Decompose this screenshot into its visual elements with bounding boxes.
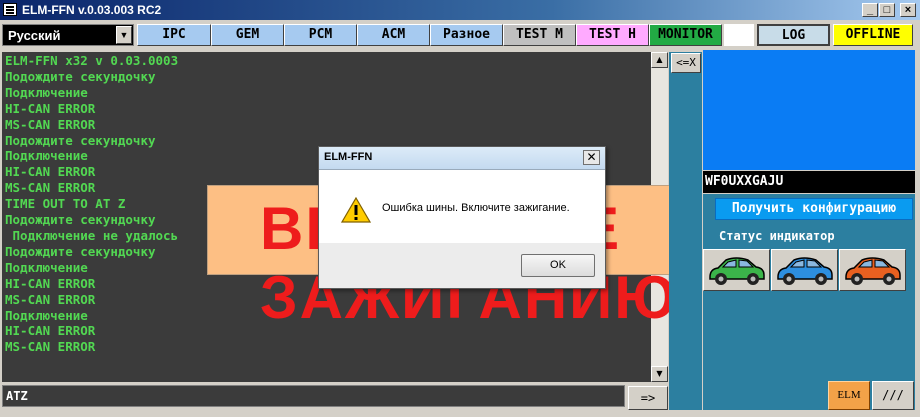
console-lines: ELM-FFN x32 v 0.03.0003 Подождите секундо…: [5, 53, 178, 355]
ok-button[interactable]: OK: [521, 254, 595, 277]
console-line: MS-CAN ERROR: [5, 180, 96, 196]
car-icon: [777, 257, 833, 285]
console-line: HI-CAN ERROR: [5, 164, 96, 180]
send-button[interactable]: =>: [628, 386, 668, 410]
status-indicator-label: Статус индикатор: [719, 229, 835, 243]
command-input[interactable]: ATZ: [2, 385, 625, 407]
info-display: [703, 50, 915, 170]
window-title: ELM-FFN v.0.03.003 RC2: [22, 3, 162, 17]
console-line: Подключение: [5, 84, 88, 100]
console-line: HI-CAN ERROR: [5, 275, 96, 291]
console-line: HI-CAN ERROR: [5, 100, 96, 116]
dialog-close-button[interactable]: ✕: [583, 150, 600, 165]
command-value: ATZ: [6, 389, 28, 403]
get-config-button[interactable]: Получить конфигурацию: [715, 198, 913, 220]
more-button[interactable]: ///: [872, 381, 914, 410]
dialog-title-bar: ELM-FFN: [319, 147, 605, 170]
title-bar: ELM-FFN v.0.03.003 RC2 _ □ ×: [0, 0, 920, 20]
tab-gem[interactable]: GEM: [211, 24, 284, 46]
console-line: MS-CAN ERROR: [5, 339, 96, 355]
toolbar-spacer: [724, 24, 754, 46]
console-line: Подождите секундочку: [5, 132, 156, 148]
console-line: MS-CAN ERROR: [5, 116, 96, 132]
close-button[interactable]: ×: [900, 3, 916, 17]
tab-test-m[interactable]: TEST M: [503, 24, 576, 46]
console-line: ELM-FFN x32 v 0.03.0003: [5, 53, 179, 68]
language-value: Русский: [8, 28, 61, 43]
warning-icon: [341, 197, 371, 223]
car-icon: [845, 257, 901, 285]
tab-misc[interactable]: Разное: [430, 24, 503, 46]
connection-status-badge[interactable]: OFFLINE: [833, 24, 913, 46]
tab-ipc[interactable]: IPC: [137, 24, 211, 46]
console-line: Подождите секундочку: [5, 212, 156, 228]
console-line: HI-CAN ERROR: [5, 323, 96, 339]
vin-value: WF0UXXGAJU: [705, 174, 784, 189]
scroll-up-icon[interactable]: ▲: [651, 52, 668, 68]
tab-acm[interactable]: ACM: [357, 24, 430, 46]
vin-display: WF0UXXGAJU: [703, 171, 915, 193]
car-icon: [709, 257, 765, 285]
app-icon: [3, 3, 17, 16]
console-line: Подключение: [5, 148, 88, 164]
back-button[interactable]: <=X: [671, 53, 701, 73]
scroll-down-icon[interactable]: ▼: [651, 366, 668, 382]
car-status-blue-button[interactable]: [771, 249, 838, 291]
console-line: Подождите секундочку: [5, 243, 156, 259]
console-line: Подключение не удалось: [5, 227, 179, 243]
console-line: TIME OUT TO AT Z: [5, 196, 126, 212]
tab-test-h[interactable]: TEST H: [576, 24, 649, 46]
console-line: Подключение: [5, 259, 88, 275]
dialog-title: ELM-FFN: [324, 151, 373, 163]
console-line: Подождите секундочку: [5, 68, 156, 84]
dialog-message: Ошибка шины. Включите зажигание.: [382, 202, 570, 214]
console-line: Подключение: [5, 307, 88, 323]
minimize-button[interactable]: _: [862, 3, 878, 17]
elm-button[interactable]: ELM: [828, 381, 870, 410]
error-dialog: ELM-FFN ✕ Ошибка шины. Включите зажигани…: [318, 146, 606, 289]
maximize-button[interactable]: □: [879, 3, 895, 17]
car-status-orange-button[interactable]: [839, 249, 906, 291]
side-panel: [703, 194, 915, 410]
tab-pcm[interactable]: PCM: [284, 24, 357, 46]
tab-monitor[interactable]: MONITOR: [649, 24, 722, 46]
language-select[interactable]: Русский ▼: [2, 24, 134, 46]
car-status-green-button[interactable]: [703, 249, 770, 291]
right-strip: [669, 52, 702, 410]
chevron-down-icon[interactable]: ▼: [116, 26, 132, 44]
console-line: MS-CAN ERROR: [5, 291, 96, 307]
log-button[interactable]: LOG: [757, 24, 830, 46]
